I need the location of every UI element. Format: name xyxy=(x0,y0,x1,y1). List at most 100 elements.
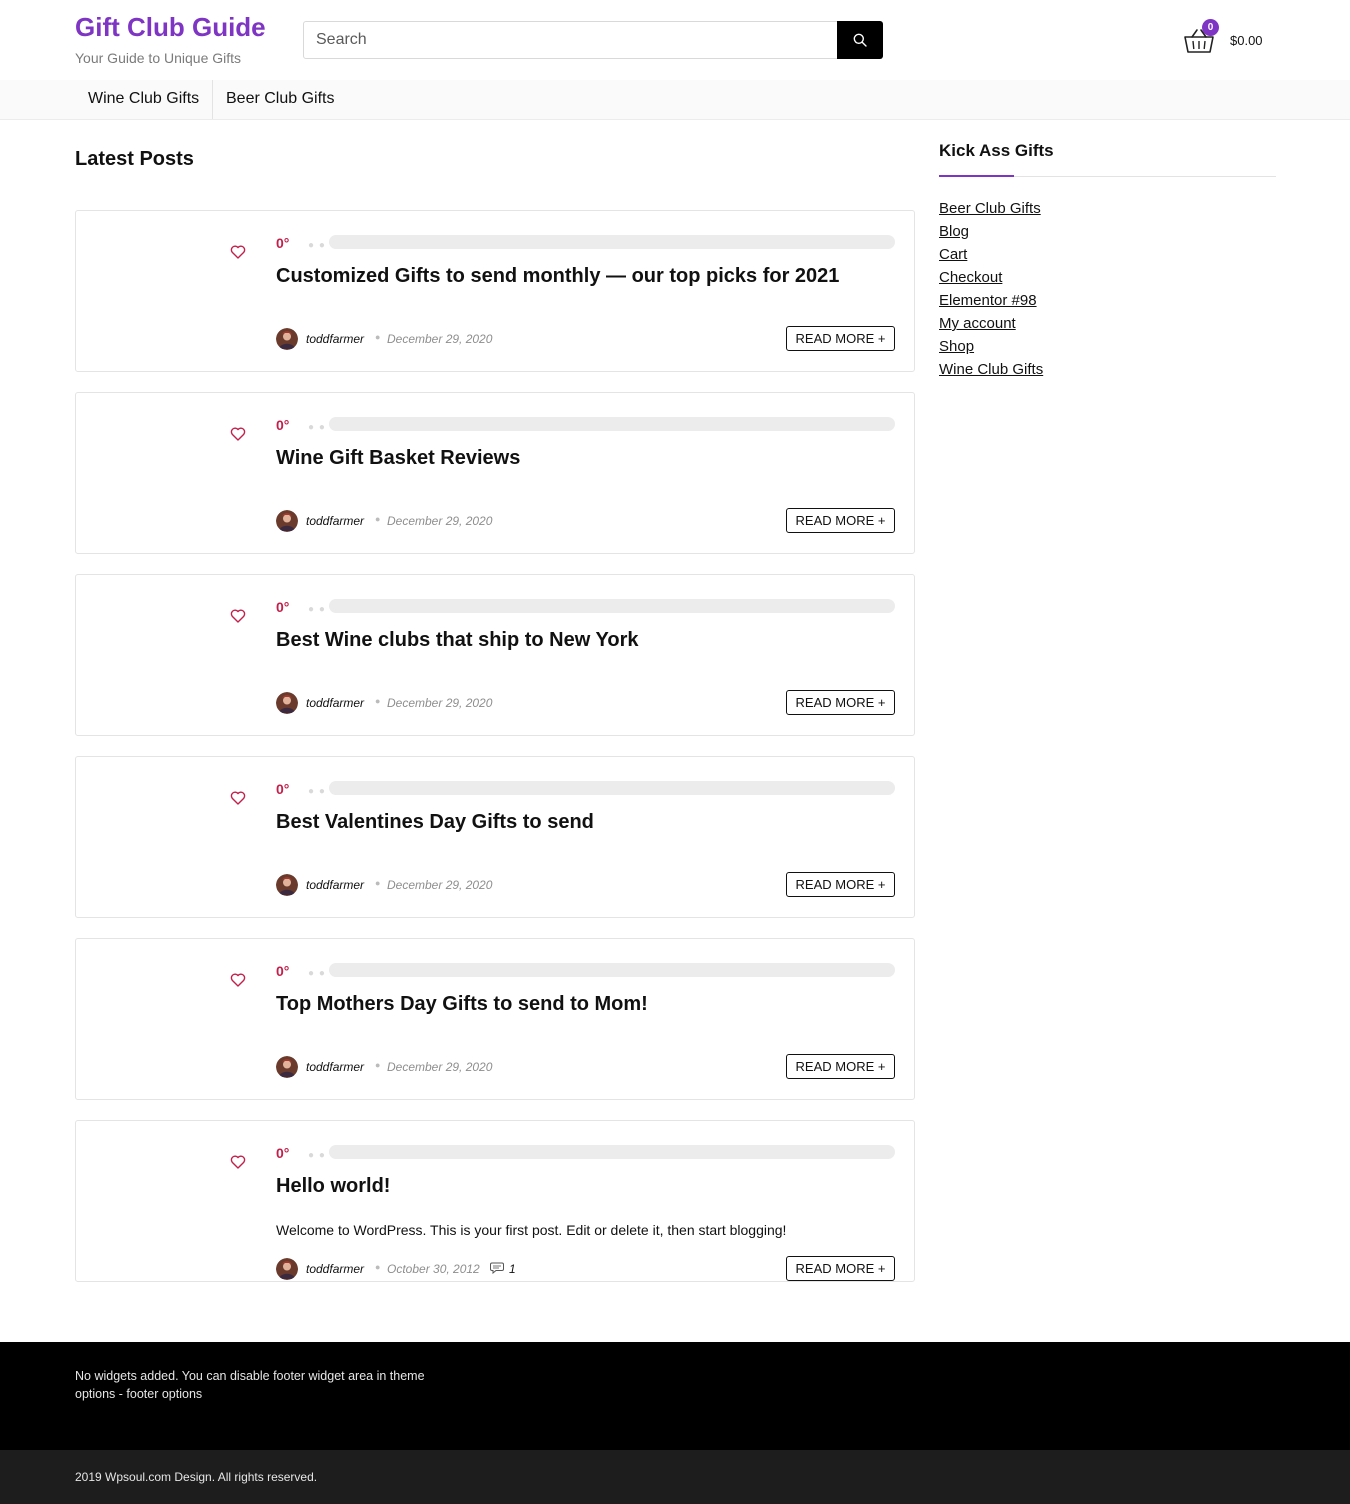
sidebar-link-beer-club-gifts[interactable]: Beer Club Gifts xyxy=(939,200,1041,217)
rating-dots: ● ● xyxy=(308,240,326,251)
post-date: October 30, 2012 xyxy=(387,1262,480,1276)
nav-item-beer-club-gifts[interactable]: Beer Club Gifts xyxy=(226,80,334,119)
author-avatar xyxy=(276,328,298,350)
post-date: December 29, 2020 xyxy=(387,696,493,710)
rating-dots: ● ● xyxy=(308,786,326,797)
meta-separator: ● xyxy=(375,1060,381,1070)
post-author[interactable]: toddfarmer xyxy=(306,696,364,710)
rating-bar xyxy=(329,963,895,977)
meta-separator: ● xyxy=(375,878,381,888)
post-card: 0° ● ● Wine Gift Basket Reviews toddfarm… xyxy=(75,392,915,554)
author-avatar xyxy=(276,1056,298,1078)
sidebar-link-checkout[interactable]: Checkout xyxy=(939,269,1002,286)
post-date: December 29, 2020 xyxy=(387,878,493,892)
author-avatar xyxy=(276,692,298,714)
heart-icon[interactable] xyxy=(230,972,246,988)
search-icon xyxy=(853,33,867,47)
heart-icon[interactable] xyxy=(230,790,246,806)
nav-item-wine-club-gifts[interactable]: Wine Club Gifts xyxy=(88,80,199,119)
footer-widget-note: No widgets added. You can disable footer… xyxy=(75,1369,425,1401)
rating-dots: ● ● xyxy=(308,422,326,433)
meta-separator: ● xyxy=(375,514,381,524)
rating-dots: ● ● xyxy=(308,1150,326,1161)
post-list: 0° ● ● Customized Gifts to send monthly … xyxy=(75,210,915,1302)
post-title[interactable]: Wine Gift Basket Reviews xyxy=(276,447,520,470)
cart-total: $0.00 xyxy=(1230,33,1263,48)
rating-bar xyxy=(329,599,895,613)
rating-dots: ● ● xyxy=(308,604,326,615)
sidebar-link-my-account[interactable]: My account xyxy=(939,315,1016,332)
post-card: 0° ● ● Hello world! Welcome to WordPress… xyxy=(75,1120,915,1282)
latest-posts-heading: Latest Posts xyxy=(75,148,194,170)
author-avatar xyxy=(276,874,298,896)
rating-bar xyxy=(329,1145,895,1159)
post-author[interactable]: toddfarmer xyxy=(306,1262,364,1276)
site-header: Gift Club Guide Your Guide to Unique Gif… xyxy=(0,0,1350,80)
meta-separator: ● xyxy=(375,332,381,342)
main-navigation: Wine Club Gifts Beer Club Gifts xyxy=(0,80,1350,120)
search-form xyxy=(303,21,883,59)
post-meta: toddfarmer ● October 30, 2012 1 xyxy=(276,1258,696,1280)
post-title[interactable]: Best Wine clubs that ship to New York xyxy=(276,629,638,652)
post-meta: toddfarmer ● December 29, 2020 xyxy=(276,510,696,532)
heart-icon[interactable] xyxy=(230,244,246,260)
post-card: 0° ● ● Best Wine clubs that ship to New … xyxy=(75,574,915,736)
post-author[interactable]: toddfarmer xyxy=(306,878,364,892)
post-author[interactable]: toddfarmer xyxy=(306,1060,364,1074)
read-more-button[interactable]: READ MORE + xyxy=(786,508,895,533)
footer-widget-area: No widgets added. You can disable footer… xyxy=(0,1342,1350,1450)
rating-bar xyxy=(329,417,895,431)
comment-icon xyxy=(490,1262,504,1274)
post-title[interactable]: Customized Gifts to send monthly — our t… xyxy=(276,265,839,288)
post-meta: toddfarmer ● December 29, 2020 xyxy=(276,692,696,714)
cart-count-badge: 0 xyxy=(1202,19,1219,36)
search-input[interactable] xyxy=(304,22,839,58)
heart-icon[interactable] xyxy=(230,426,246,442)
post-title[interactable]: Best Valentines Day Gifts to send xyxy=(276,811,594,834)
post-title[interactable]: Top Mothers Day Gifts to send to Mom! xyxy=(276,993,648,1016)
post-rating: 0° xyxy=(276,235,290,251)
post-author[interactable]: toddfarmer xyxy=(306,514,364,528)
read-more-button[interactable]: READ MORE + xyxy=(786,872,895,897)
post-meta: toddfarmer ● December 29, 2020 xyxy=(276,1056,696,1078)
widget-accent-line xyxy=(939,175,1014,177)
sidebar-link-cart[interactable]: Cart xyxy=(939,246,967,263)
post-card: 0° ● ● Customized Gifts to send monthly … xyxy=(75,210,915,372)
read-more-button[interactable]: READ MORE + xyxy=(786,1256,895,1281)
post-rating: 0° xyxy=(276,417,290,433)
heart-icon[interactable] xyxy=(230,608,246,624)
site-tagline: Your Guide to Unique Gifts xyxy=(75,50,242,66)
author-avatar xyxy=(276,510,298,532)
post-date: December 29, 2020 xyxy=(387,332,493,346)
post-rating: 0° xyxy=(276,599,290,615)
sidebar-link-elementor-98[interactable]: Elementor #98 xyxy=(939,292,1037,309)
sidebar-link-shop[interactable]: Shop xyxy=(939,338,974,355)
footer-bottom-bar: 2019 Wpsoul.com Design. All rights reser… xyxy=(0,1450,1350,1504)
post-author[interactable]: toddfarmer xyxy=(306,332,364,346)
read-more-button[interactable]: READ MORE + xyxy=(786,326,895,351)
meta-separator: ● xyxy=(375,696,381,706)
post-rating: 0° xyxy=(276,781,290,797)
heart-icon[interactable] xyxy=(230,1154,246,1170)
cart-link[interactable]: 0 $0.00 xyxy=(1183,19,1273,62)
search-button[interactable] xyxy=(837,21,883,59)
post-date: December 29, 2020 xyxy=(387,514,493,528)
post-meta: toddfarmer ● December 29, 2020 xyxy=(276,874,696,896)
post-title[interactable]: Hello world! xyxy=(276,1175,390,1198)
sidebar-link-blog[interactable]: Blog xyxy=(939,223,969,240)
author-avatar xyxy=(276,1258,298,1280)
site-title[interactable]: Gift Club Guide xyxy=(75,12,266,43)
post-meta: toddfarmer ● December 29, 2020 xyxy=(276,328,696,350)
read-more-button[interactable]: READ MORE + xyxy=(786,690,895,715)
post-card: 0° ● ● Top Mothers Day Gifts to send to … xyxy=(75,938,915,1100)
comment-count: 1 xyxy=(509,1262,516,1276)
widget-title: Kick Ass Gifts xyxy=(939,141,1054,160)
post-excerpt: Welcome to WordPress. This is your first… xyxy=(276,1222,787,1238)
nav-divider xyxy=(212,80,213,119)
post-rating: 0° xyxy=(276,1145,290,1161)
read-more-button[interactable]: READ MORE + xyxy=(786,1054,895,1079)
widget-link-list: Beer Club Gifts Blog Cart Checkout Eleme… xyxy=(939,200,1043,384)
meta-separator: ● xyxy=(375,1262,381,1272)
post-date: December 29, 2020 xyxy=(387,1060,493,1074)
sidebar-link-wine-club-gifts[interactable]: Wine Club Gifts xyxy=(939,361,1043,378)
